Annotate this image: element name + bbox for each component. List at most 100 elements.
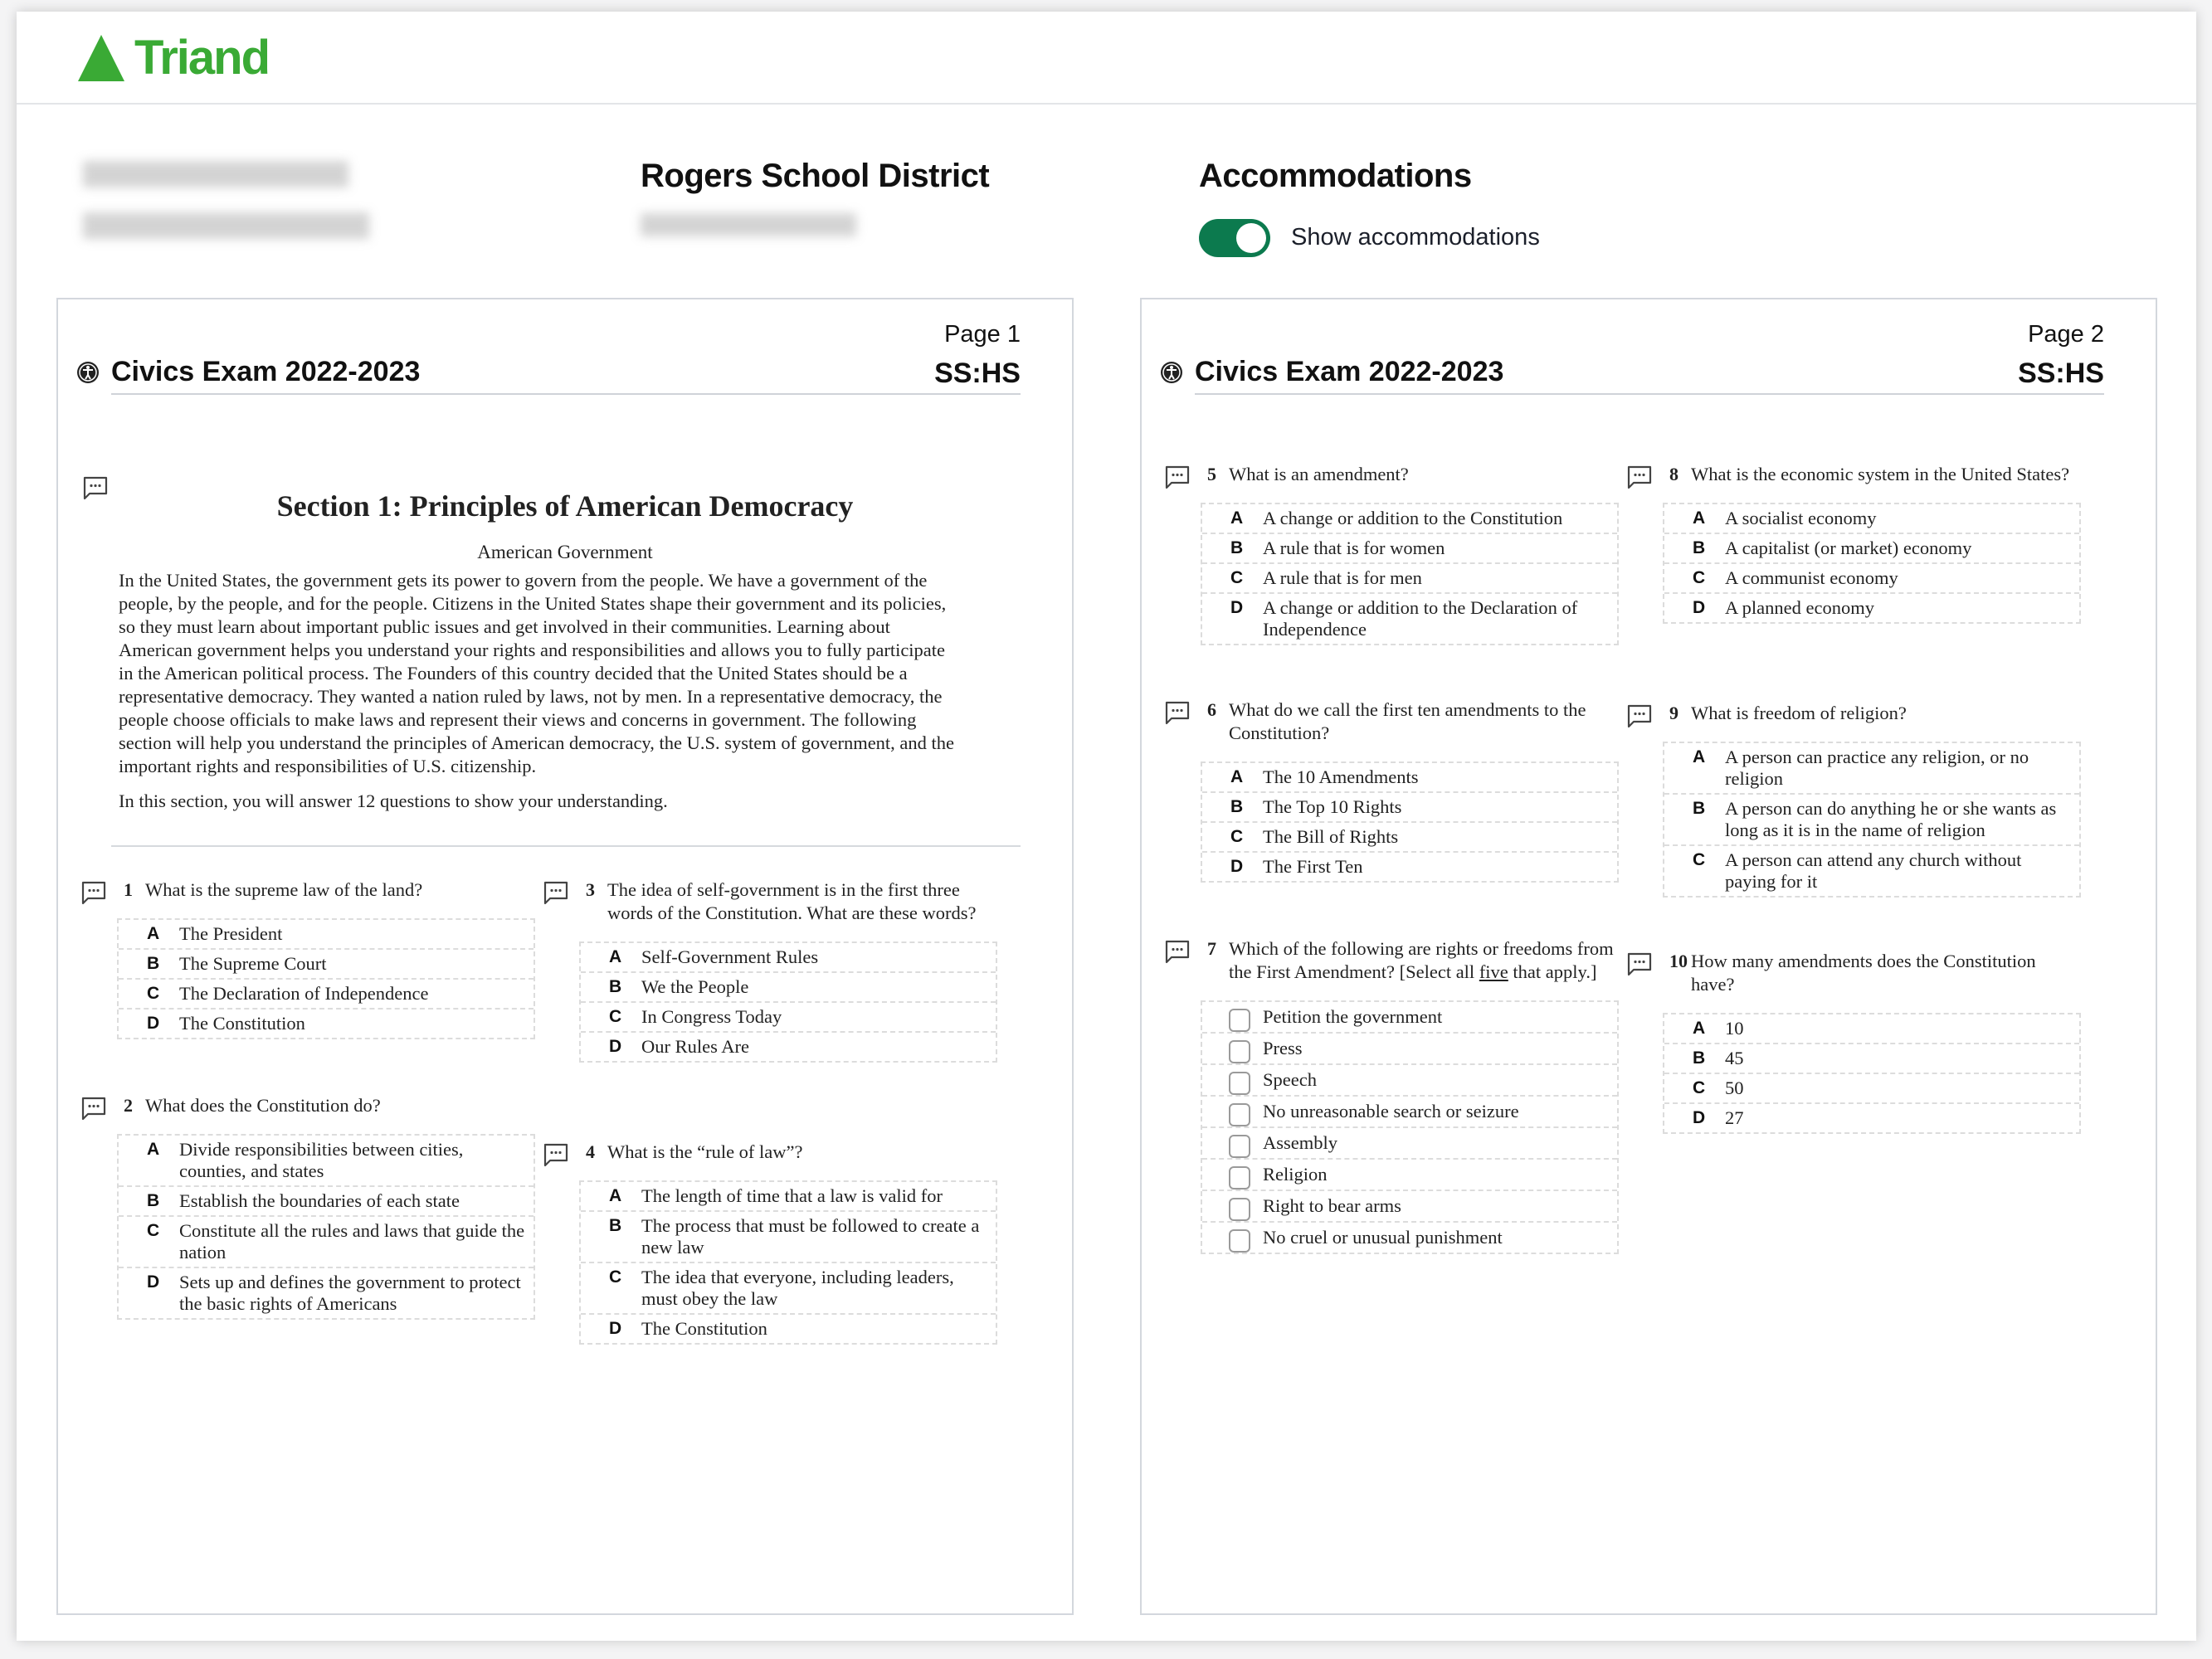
answer-option[interactable]: B We the People bbox=[581, 971, 996, 1001]
answer-option[interactable]: D A change or addition to the Declaration… bbox=[1202, 592, 1617, 644]
comment-icon[interactable] bbox=[1626, 951, 1653, 978]
answer-option[interactable]: A The length of time that a law is valid … bbox=[581, 1182, 996, 1210]
option-text: A rule that is for men bbox=[1263, 567, 1422, 588]
section-subtitle: American Government bbox=[477, 542, 653, 562]
answer-option[interactable]: Right to bear arms bbox=[1202, 1190, 1617, 1221]
option-text: 10 bbox=[1725, 1018, 1744, 1039]
answer-option[interactable]: D 27 bbox=[1664, 1102, 2079, 1132]
answer-options: A The President B The Supreme Court C The Dec… bbox=[117, 918, 535, 1039]
answer-option[interactable]: C The Bill of Rights bbox=[1202, 821, 1617, 851]
option-text: The idea that everyone, including leader… bbox=[641, 1267, 954, 1309]
comment-icon[interactable] bbox=[80, 880, 107, 907]
option-letter: C bbox=[147, 1221, 160, 1240]
question-number: 9 bbox=[1669, 703, 1678, 723]
checkbox[interactable] bbox=[1229, 1166, 1250, 1190]
option-text: Speech bbox=[1263, 1069, 1317, 1090]
option-text: 27 bbox=[1725, 1107, 1744, 1128]
answer-option[interactable]: A Self-Government Rules bbox=[581, 943, 996, 971]
option-text: A rule that is for women bbox=[1263, 538, 1445, 558]
option-text: A communist economy bbox=[1725, 567, 1898, 588]
answer-option[interactable]: D The Constitution bbox=[119, 1008, 534, 1038]
answer-option[interactable]: B A capitalist (or market) economy bbox=[1664, 533, 2079, 562]
option-letter: A bbox=[609, 1186, 622, 1205]
comment-icon[interactable] bbox=[80, 1096, 107, 1122]
show-accommodations-toggle[interactable] bbox=[1199, 219, 1270, 257]
answer-option[interactable]: D Sets up and defines the government to p… bbox=[119, 1267, 534, 1318]
question-text: What is the economic system in the Unite… bbox=[1691, 463, 2081, 486]
show-accommodations-label[interactable]: Show accommodations bbox=[1291, 224, 1540, 251]
question-text: What is an amendment? bbox=[1229, 463, 1619, 486]
answer-option[interactable]: C A rule that is for men bbox=[1202, 562, 1617, 592]
answer-option[interactable]: B The Supreme Court bbox=[119, 948, 534, 978]
triand-logo[interactable]: Triand bbox=[78, 33, 270, 83]
answer-option[interactable]: B Establish the boundaries of each state bbox=[119, 1185, 534, 1215]
answer-option[interactable]: Petition the government bbox=[1202, 1002, 1617, 1032]
answer-option[interactable]: D The First Ten bbox=[1202, 851, 1617, 881]
answer-option[interactable]: D The Constitution bbox=[581, 1313, 996, 1343]
answer-options: A Self-Government Rules B We the People C In … bbox=[579, 941, 997, 1063]
answer-option[interactable]: C The Declaration of Independence bbox=[119, 978, 534, 1008]
answer-option[interactable]: Assembly bbox=[1202, 1126, 1617, 1158]
answer-option[interactable]: C In Congress Today bbox=[581, 1001, 996, 1031]
option-letter: C bbox=[1230, 568, 1244, 587]
answer-option[interactable]: Press bbox=[1202, 1032, 1617, 1063]
checkbox[interactable] bbox=[1229, 1103, 1250, 1126]
checkbox[interactable] bbox=[1229, 1198, 1250, 1221]
option-text: The Constitution bbox=[641, 1318, 767, 1339]
answer-option[interactable]: C The idea that everyone, including leade… bbox=[581, 1262, 996, 1313]
answer-option[interactable]: A A socialist economy bbox=[1664, 504, 2079, 533]
option-text: Right to bear arms bbox=[1263, 1195, 1401, 1216]
comment-icon[interactable] bbox=[543, 880, 569, 907]
answer-option[interactable]: C A person can attend any church without … bbox=[1664, 844, 2079, 896]
option-text: Divide responsibilities between cities, … bbox=[179, 1139, 464, 1181]
answer-option[interactable]: A The 10 Amendments bbox=[1202, 763, 1617, 791]
answer-option[interactable]: C Constitute all the rules and laws that … bbox=[119, 1215, 534, 1267]
answer-option[interactable]: B The process that must be followed to cr… bbox=[581, 1210, 996, 1262]
district-name: Rogers School District bbox=[641, 158, 990, 194]
answer-option[interactable]: Religion bbox=[1202, 1158, 1617, 1190]
comment-icon[interactable] bbox=[1626, 703, 1653, 730]
answer-option[interactable]: B A rule that is for women bbox=[1202, 533, 1617, 562]
option-text: Constitute all the rules and laws that g… bbox=[179, 1220, 525, 1262]
answer-option[interactable]: D Our Rules Are bbox=[581, 1031, 996, 1061]
comment-icon[interactable] bbox=[1164, 939, 1191, 966]
answer-option[interactable]: B 45 bbox=[1664, 1043, 2079, 1073]
answer-option[interactable]: A A change or addition to the Constitutio… bbox=[1202, 504, 1617, 533]
comment-icon[interactable] bbox=[1626, 465, 1653, 491]
option-letter: D bbox=[1693, 1108, 1706, 1127]
answer-option[interactable]: A Divide responsibilities between cities,… bbox=[119, 1136, 534, 1185]
answer-options: A 10 B 45 C 50 D 27 bbox=[1663, 1013, 2081, 1134]
redacted-student-info bbox=[83, 212, 369, 239]
comment-icon[interactable] bbox=[1164, 465, 1191, 491]
question-8: 8 What is the economic system in the Unit… bbox=[1627, 463, 2081, 624]
checkbox[interactable] bbox=[1229, 1009, 1250, 1032]
comment-icon[interactable] bbox=[1164, 700, 1191, 727]
answer-option[interactable]: A The President bbox=[119, 920, 534, 948]
answer-option[interactable]: B The Top 10 Rights bbox=[1202, 791, 1617, 821]
answer-option[interactable]: C 50 bbox=[1664, 1073, 2079, 1102]
option-text: The length of time that a law is valid f… bbox=[641, 1185, 943, 1206]
option-letter: A bbox=[147, 1140, 160, 1159]
option-letter: B bbox=[1693, 799, 1706, 818]
answer-option[interactable]: Speech bbox=[1202, 1063, 1617, 1095]
option-letter: B bbox=[609, 977, 622, 996]
checkbox[interactable] bbox=[1229, 1072, 1250, 1095]
answer-option[interactable]: A 10 bbox=[1664, 1014, 2079, 1043]
accessibility-icon bbox=[77, 362, 99, 383]
option-letter: C bbox=[1693, 850, 1706, 869]
question-number: 10 bbox=[1669, 951, 1688, 971]
answer-option[interactable]: C A communist economy bbox=[1664, 562, 2079, 592]
option-text: Our Rules Are bbox=[641, 1036, 749, 1057]
answer-option[interactable]: D A planned economy bbox=[1664, 592, 2079, 622]
option-letter: D bbox=[1693, 598, 1706, 617]
comment-icon[interactable] bbox=[543, 1142, 569, 1169]
answer-option[interactable]: No unreasonable search or seizure bbox=[1202, 1095, 1617, 1126]
answer-option[interactable]: No cruel or unusual punishment bbox=[1202, 1221, 1617, 1253]
answer-option[interactable]: A A person can practice any religion, or … bbox=[1664, 743, 2079, 793]
checkbox[interactable] bbox=[1229, 1040, 1250, 1063]
checkbox[interactable] bbox=[1229, 1135, 1250, 1158]
top-bar: Triand bbox=[17, 12, 2196, 105]
option-text: Religion bbox=[1263, 1164, 1328, 1185]
checkbox[interactable] bbox=[1229, 1229, 1250, 1253]
answer-option[interactable]: B A person can do anything he or she want… bbox=[1664, 793, 2079, 844]
